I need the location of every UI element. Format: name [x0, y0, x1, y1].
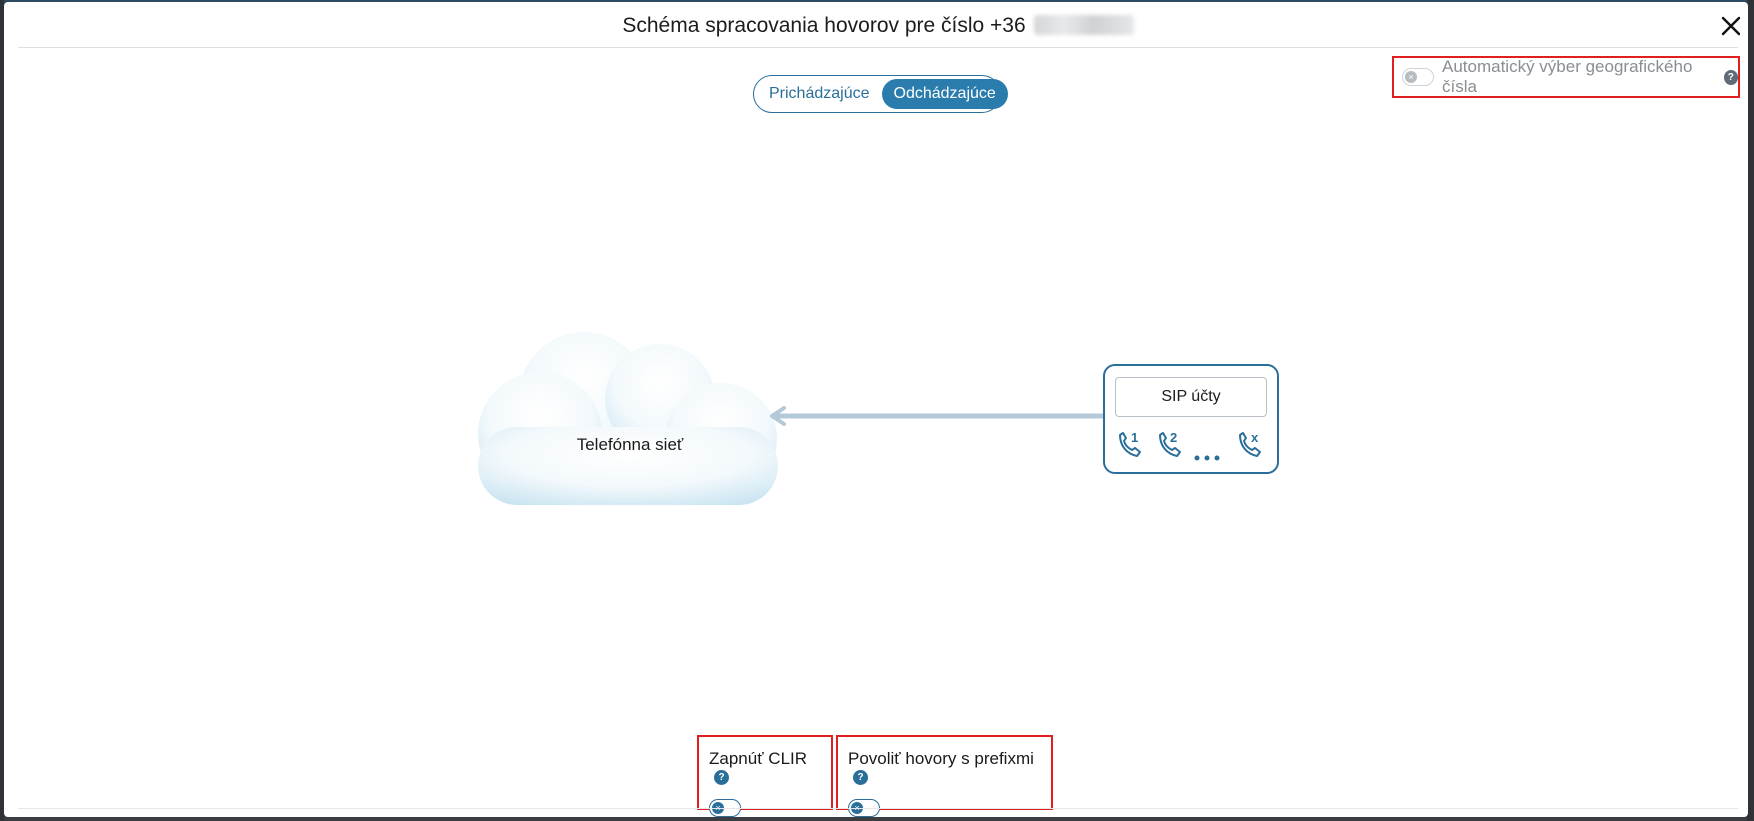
cloud-shape: [478, 332, 778, 505]
phone-outgoing-icon: x: [1239, 430, 1261, 457]
prefix-calls-option: Povoliť hovory s prefixmi? ×: [836, 735, 1053, 817]
clir-label-text: Zapnúť CLIR: [709, 749, 808, 768]
sip-line-label: 2: [1170, 430, 1177, 445]
sip-lines-group: 1 2 x: [1119, 430, 1261, 461]
clir-label: Zapnúť CLIR?: [709, 749, 821, 789]
phone-outgoing-icon: 2: [1159, 430, 1181, 457]
clir-option: Zapnúť CLIR? ×: [697, 735, 833, 817]
prefix-calls-label: Povoliť hovory s prefixmi?: [848, 749, 1041, 789]
question-circle-icon[interactable]: ?: [853, 770, 868, 785]
arrow-to-network: [770, 406, 1103, 426]
footer-divider: [18, 808, 1738, 809]
sip-line-label: 1: [1131, 430, 1138, 445]
backdrop-right: [1747, 0, 1754, 821]
prefix-calls-label-text: Povoliť hovory s prefixmi: [848, 749, 1034, 768]
telephone-network-label: Telefónna sieť: [576, 435, 684, 454]
call-schema-modal: Schéma spracovania hovorov pre číslo +36…: [4, 2, 1748, 817]
ellipsis-icon: [1194, 455, 1220, 461]
sip-accounts-button[interactable]: SIP účty: [1115, 377, 1267, 417]
sip-accounts-box: SIP účty 1 2 x: [1103, 364, 1279, 474]
question-circle-icon[interactable]: ?: [714, 770, 729, 785]
call-flow-diagram: [478, 332, 1103, 505]
sip-line-label: x: [1251, 430, 1259, 445]
phone-outgoing-icon: 1: [1119, 430, 1141, 457]
